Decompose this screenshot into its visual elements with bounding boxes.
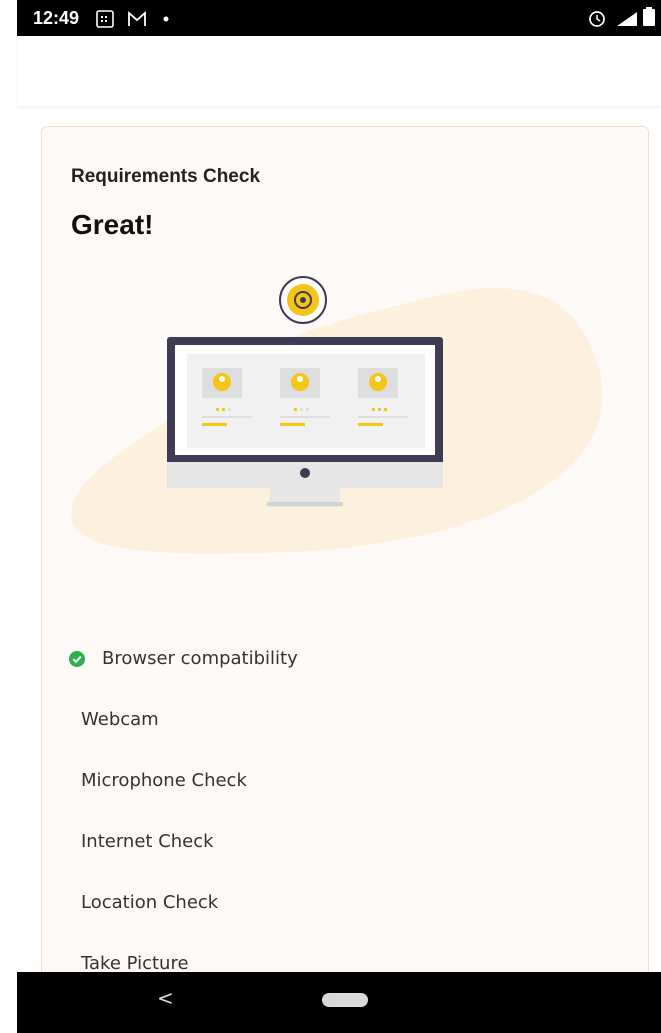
alarm-icon [589,11,605,27]
status-time: 12:49 [33,8,80,28]
check-item-webcam: Webcam [81,709,159,730]
signal-icon [617,12,637,26]
requirements-subtitle: Requirements Check [71,166,261,187]
requirements-card: Requirements Check Great! Browser compat… [41,126,649,1026]
status-bar: 12:49 [17,0,661,36]
mail-icon [128,11,146,26]
app-header [17,36,661,106]
check-item-internet: Internet Check [81,831,214,852]
monitor-webcam-illustration [71,276,603,554]
result-title: Great! [71,209,154,240]
system-nav-bar: < [17,972,661,1033]
check-item-microphone: Microphone Check [81,770,247,791]
check-item-take-picture: Take Picture [81,953,189,974]
webcam-icon [279,276,327,324]
dot-icon [163,16,169,22]
back-button[interactable]: < [157,986,174,1010]
check-circle-icon [69,651,85,667]
calendar-icon [96,10,114,28]
check-item-location: Location Check [81,892,219,913]
battery-icon [643,7,655,26]
home-button[interactable] [322,993,368,1007]
check-item-browser: Browser compatibility [102,648,298,669]
